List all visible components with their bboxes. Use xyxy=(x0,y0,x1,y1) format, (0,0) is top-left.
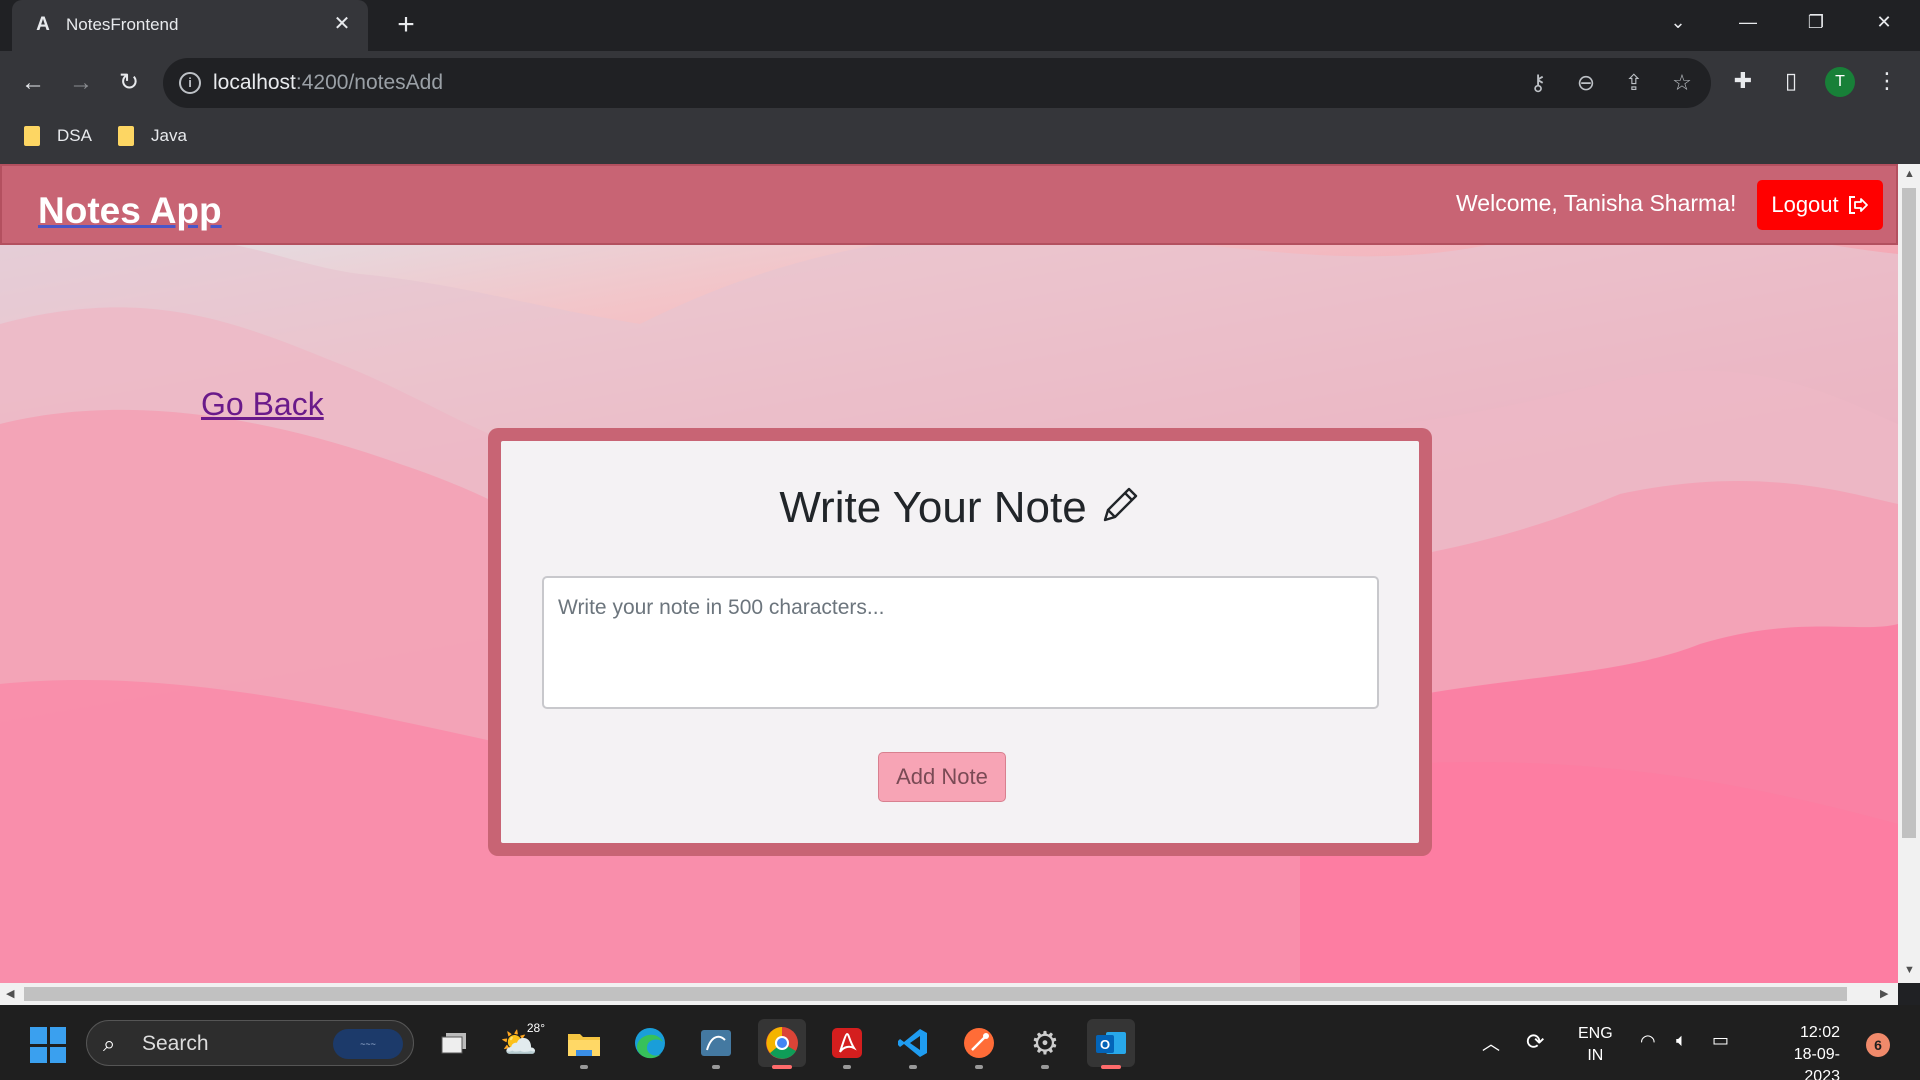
postman-icon[interactable] xyxy=(955,1019,1003,1069)
taskbar-search[interactable]: ⌕ Search ~~~ xyxy=(86,1020,414,1066)
url-path: :4200/notesAdd xyxy=(295,71,444,94)
clock-time: 12:02 xyxy=(1799,1024,1840,1041)
bookmark-java[interactable]: Java xyxy=(118,122,187,150)
horizontal-scrollbar[interactable]: ◀ ▶ xyxy=(0,983,1898,1005)
add-note-button[interactable]: Add Note xyxy=(878,752,1006,802)
svg-text:O: O xyxy=(1100,1037,1110,1052)
language-indicator[interactable]: ENG IN xyxy=(1578,1023,1613,1067)
forward-icon[interactable]: → xyxy=(64,66,98,100)
page-viewport: Notes App Welcome, Tanisha Sharma! Logou… xyxy=(0,164,1898,983)
back-icon[interactable]: ← xyxy=(16,66,50,100)
outlook-icon[interactable]: O xyxy=(1087,1019,1135,1069)
site-info-icon[interactable]: i xyxy=(179,72,201,94)
search-highlight-badge: ~~~ xyxy=(333,1029,403,1059)
scroll-down-arrow-icon[interactable]: ▼ xyxy=(1904,964,1915,976)
close-window-button[interactable]: ✕ xyxy=(1854,0,1914,44)
url-host: localhost xyxy=(213,71,296,94)
logout-label: Logout xyxy=(1771,192,1839,217)
show-hidden-icons-chevron-icon[interactable]: ︿ xyxy=(1482,1030,1500,1056)
go-back-link[interactable]: Go Back xyxy=(201,386,324,423)
tab-search-icon[interactable]: ⌄ xyxy=(1648,0,1708,44)
tab-bar: A NotesFrontend ✕ + ⌄ — ❐ ✕ xyxy=(0,0,1920,51)
restore-button[interactable]: ❐ xyxy=(1786,0,1846,44)
horizontal-scroll-thumb[interactable] xyxy=(24,987,1847,1001)
zoom-icon[interactable]: ⊖ xyxy=(1573,70,1599,96)
tab-title: NotesFrontend xyxy=(66,15,179,34)
side-panel-icon[interactable]: ▯ xyxy=(1776,66,1806,96)
address-bar[interactable]: i localhost:4200/notesAdd ⚷ ⊖ ⇪ ☆ xyxy=(163,58,1711,108)
vscode-icon[interactable] xyxy=(889,1019,937,1069)
lang-code: ENG xyxy=(1578,1025,1613,1042)
card-heading: Write Your Note xyxy=(501,483,1419,533)
note-card-body: Write Your Note Add Note xyxy=(501,441,1419,843)
task-view-icon[interactable] xyxy=(430,1019,478,1067)
chrome-icon[interactable] xyxy=(758,1019,806,1069)
file-explorer-icon[interactable] xyxy=(560,1019,608,1069)
extensions-puzzle-icon[interactable]: ✚ xyxy=(1728,66,1758,96)
bookmark-label: DSA xyxy=(57,126,92,145)
welcome-message: Welcome, Tanisha Sharma! xyxy=(1456,190,1737,216)
app-navbar: Notes App Welcome, Tanisha Sharma! Logou… xyxy=(0,164,1898,245)
wifi-icon[interactable]: ◠ xyxy=(1640,1031,1656,1052)
bookmark-label: Java xyxy=(151,126,187,145)
menu-kebab-icon[interactable]: ⋮ xyxy=(1872,66,1902,96)
pencil-icon xyxy=(1103,487,1137,522)
search-icon: ⌕ xyxy=(103,1031,116,1056)
app-brand-link[interactable]: Notes App xyxy=(38,190,222,232)
volume-icon[interactable]: 🔈︎ xyxy=(1676,1030,1687,1051)
url-text[interactable]: localhost:4200/notesAdd xyxy=(213,71,443,95)
note-textarea[interactable] xyxy=(542,576,1379,709)
acrobat-reader-icon[interactable] xyxy=(823,1019,871,1069)
folder-icon xyxy=(24,126,40,146)
angular-favicon-icon: A xyxy=(36,14,50,35)
folder-icon xyxy=(118,126,134,146)
reload-icon[interactable]: ↻ xyxy=(112,66,146,100)
notification-badge[interactable]: 6 xyxy=(1866,1033,1890,1057)
mysql-workbench-icon[interactable] xyxy=(692,1019,740,1069)
new-tab-button[interactable]: + xyxy=(390,10,422,42)
weather-temp: 28° xyxy=(526,1021,545,1035)
password-key-icon[interactable]: ⚷ xyxy=(1525,70,1551,96)
share-icon[interactable]: ⇪ xyxy=(1621,70,1647,96)
logout-button[interactable]: Logout xyxy=(1757,180,1883,230)
vertical-scrollbar[interactable]: ▲ ▼ xyxy=(1898,164,1920,983)
scroll-right-arrow-icon[interactable]: ▶ xyxy=(1880,987,1888,1000)
weather-icon[interactable]: ⛅ 28° xyxy=(495,1019,545,1067)
logout-arrow-icon xyxy=(1848,196,1868,214)
profile-avatar[interactable]: T xyxy=(1825,67,1855,97)
vertical-scroll-thumb[interactable] xyxy=(1902,188,1916,838)
card-title: Write Your Note xyxy=(779,483,1087,532)
battery-icon[interactable]: ▭ xyxy=(1712,1030,1729,1051)
search-label: Search xyxy=(142,1032,209,1055)
sync-icon[interactable]: ⟳ xyxy=(1526,1029,1544,1055)
windows-start-icon[interactable] xyxy=(30,1027,66,1063)
close-tab-icon[interactable]: ✕ xyxy=(330,12,354,36)
edge-browser-icon[interactable] xyxy=(626,1019,674,1067)
bookmark-dsa[interactable]: DSA xyxy=(24,122,92,150)
scroll-up-arrow-icon[interactable]: ▲ xyxy=(1904,168,1915,180)
browser-tab[interactable]: A NotesFrontend ✕ xyxy=(12,0,368,51)
minimize-button[interactable]: — xyxy=(1718,0,1778,44)
settings-gear-icon[interactable]: ⚙ xyxy=(1021,1019,1069,1069)
system-clock[interactable]: 12:02 18-09-2023 xyxy=(1760,1022,1840,1080)
clock-date: 18-09-2023 xyxy=(1793,1046,1840,1080)
windows-taskbar: ⌕ Search ~~~ ⛅ 28° ⚙ O ︿ ⟳ ENG IN ◠ 🔈︎ ▭… xyxy=(0,1005,1920,1080)
note-card: Write Your Note Add Note xyxy=(488,428,1432,856)
region-code: IN xyxy=(1587,1047,1604,1064)
scroll-left-arrow-icon[interactable]: ◀ xyxy=(6,987,14,1000)
bookmark-star-icon[interactable]: ☆ xyxy=(1669,70,1695,96)
